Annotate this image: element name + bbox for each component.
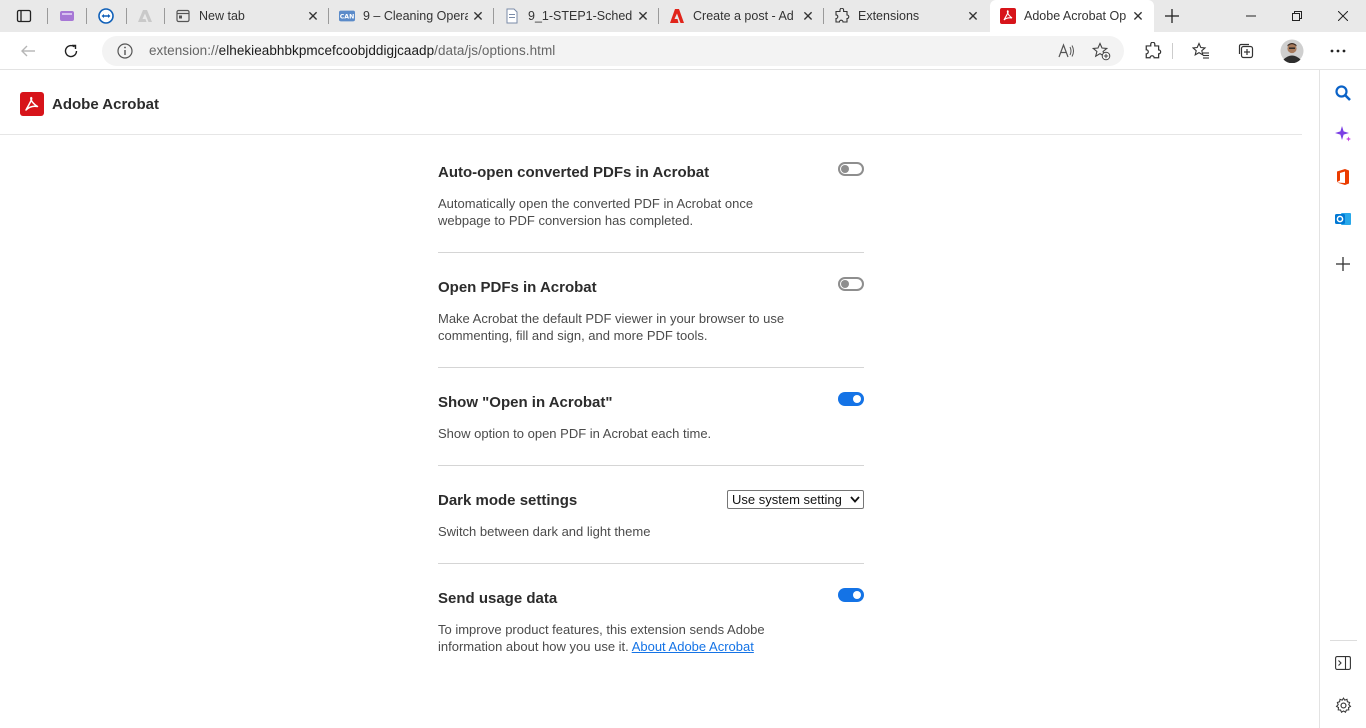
tab-title: Adobe Acrobat Op <box>1024 9 1127 23</box>
close-tab-icon[interactable]: ✕ <box>1128 6 1148 26</box>
back-button[interactable] <box>13 36 43 66</box>
back-arrow-icon <box>21 45 35 57</box>
brand-header: Adobe Acrobat <box>20 92 159 116</box>
setting-show-open-in-acrobat: Show "Open in Acrobat" Show option to op… <box>438 392 864 466</box>
site-info-icon[interactable] <box>116 42 134 60</box>
copilot-sparkle-icon[interactable] <box>1332 123 1354 145</box>
setting-title: Open PDFs in Acrobat <box>438 279 597 296</box>
office-icon[interactable] <box>1332 166 1354 188</box>
setting-divider <box>438 252 864 253</box>
close-tab-icon[interactable]: ✕ <box>633 6 653 26</box>
profile-avatar[interactable] <box>1277 36 1307 66</box>
about-adobe-acrobat-link[interactable]: About Adobe Acrobat <box>632 639 754 654</box>
tab-actions-icon[interactable] <box>6 0 42 32</box>
acrobat-logo-icon <box>20 92 44 116</box>
minimize-button[interactable] <box>1228 0 1274 32</box>
setting-dark-mode: Dark mode settings Use system setting Sw… <box>438 490 864 564</box>
puzzle-icon <box>834 8 850 24</box>
setting-description: Make Acrobat the default PDF viewer in y… <box>438 311 785 343</box>
more-icon <box>1330 49 1346 53</box>
setting-divider <box>438 465 864 466</box>
setting-description: Show option to open PDF in Acrobat each … <box>438 426 712 441</box>
add-favorite-icon[interactable] <box>1091 42 1111 66</box>
pinned-tab-teamviewer-icon[interactable] <box>88 0 124 32</box>
setting-title: Send usage data <box>438 590 558 607</box>
setting-auto-open-converted: Auto-open converted PDFs in Acrobat Auto… <box>438 162 864 254</box>
close-tab-icon[interactable]: ✕ <box>303 6 323 26</box>
new-tab-button[interactable] <box>1150 0 1194 32</box>
header-divider <box>0 134 1302 135</box>
close-tab-icon[interactable]: ✕ <box>798 6 818 26</box>
tab-new-tab[interactable]: New tab ✕ <box>165 0 329 32</box>
pinned-tab-purple-icon[interactable] <box>49 0 85 32</box>
puzzle-icon <box>1145 42 1162 59</box>
browser-toolbar: extension://elhekieabhbkpmcefcoobjddigjc… <box>0 32 1366 70</box>
extensions-button[interactable] <box>1138 36 1168 66</box>
add-sidebar-app-icon[interactable] <box>1332 253 1354 275</box>
refresh-icon <box>64 44 78 58</box>
setting-description: To improve product features, this extens… <box>438 622 765 654</box>
setting-divider <box>438 563 864 564</box>
adobe-icon <box>669 8 685 24</box>
refresh-button[interactable] <box>56 36 86 66</box>
tab-schedule-document[interactable]: 9_1-STEP1-Schedu ✕ <box>494 0 659 32</box>
document-icon <box>504 8 520 24</box>
hide-sidebar-icon[interactable] <box>1332 652 1354 674</box>
tab-cleaning-operations[interactable]: CAN 9 – Cleaning Opera ✕ <box>329 0 494 32</box>
tab-extensions[interactable]: Extensions ✕ <box>824 0 989 32</box>
settings-more-button[interactable] <box>1323 36 1353 66</box>
avatar-icon <box>1280 39 1304 63</box>
open-pdfs-in-acrobat-toggle[interactable] <box>838 277 864 291</box>
setting-title: Auto-open converted PDFs in Acrobat <box>438 164 710 181</box>
edge-sidebar <box>1319 70 1366 728</box>
plus-icon <box>1165 9 1179 23</box>
dark-mode-select[interactable]: Use system setting <box>727 490 864 509</box>
setting-divider <box>438 367 864 368</box>
chevron-down-icon <box>850 496 860 503</box>
auto-open-converted-toggle[interactable] <box>838 162 864 176</box>
close-window-button[interactable] <box>1320 0 1366 32</box>
close-tab-icon[interactable]: ✕ <box>468 6 488 26</box>
setting-title: Show "Open in Acrobat" <box>438 394 613 411</box>
tab-title: Create a post - Ad <box>693 9 794 23</box>
tab-title: New tab <box>199 9 245 23</box>
tab-title: 9_1-STEP1-Schedu <box>528 9 633 23</box>
dark-mode-selected-value: Use system setting <box>732 492 842 507</box>
favorites-button[interactable] <box>1186 36 1216 66</box>
canvas-icon: CAN <box>339 8 355 24</box>
acrobat-icon <box>1000 8 1016 24</box>
show-open-in-acrobat-toggle[interactable] <box>838 392 864 406</box>
favorites-icon <box>1192 42 1209 59</box>
minimize-icon <box>1246 15 1256 17</box>
close-tab-icon[interactable]: ✕ <box>963 6 983 26</box>
tab-strip: New tab ✕ CAN 9 – Cleaning Opera ✕ 9_1-S… <box>0 0 1366 32</box>
tab-create-post[interactable]: Create a post - Ad ✕ <box>659 0 824 32</box>
pinned-tab-adobe-icon[interactable] <box>127 0 163 32</box>
sidebar-settings-gear-icon[interactable] <box>1332 694 1354 716</box>
tab-adobe-acrobat-options[interactable]: Adobe Acrobat Op ✕ <box>990 0 1154 32</box>
restore-button[interactable] <box>1274 0 1320 32</box>
url-text: extension://elhekieabhbkpmcefcoobjddigjc… <box>149 43 556 58</box>
setting-send-usage-data: Send usage data To improve product featu… <box>438 588 864 660</box>
new-tab-icon <box>175 8 191 24</box>
address-bar[interactable]: extension://elhekieabhbkpmcefcoobjddigjc… <box>102 36 1124 66</box>
setting-description: Switch between dark and light theme <box>438 524 651 539</box>
tab-title: Extensions <box>858 9 920 23</box>
url-host: elhekieabhbkpmcefcoobjddigjcaadp <box>218 43 435 58</box>
setting-description: Automatically open the converted PDF in … <box>438 196 754 228</box>
options-page: Adobe Acrobat Auto-open converted PDFs i… <box>0 70 1319 728</box>
close-icon <box>1338 11 1348 21</box>
setting-title: Dark mode settings <box>438 492 578 509</box>
search-icon[interactable] <box>1332 82 1354 104</box>
tab-title: 9 – Cleaning Opera <box>363 9 468 23</box>
setting-open-pdfs-in-acrobat: Open PDFs in Acrobat Make Acrobat the de… <box>438 277 864 369</box>
restore-icon <box>1292 11 1302 21</box>
collections-button[interactable] <box>1231 36 1261 66</box>
collections-icon <box>1238 43 1254 59</box>
brand-name: Adobe Acrobat <box>52 95 159 113</box>
read-aloud-icon[interactable] <box>1057 42 1075 65</box>
send-usage-data-toggle[interactable] <box>838 588 864 602</box>
outlook-icon[interactable] <box>1332 208 1354 230</box>
svg-text:CAN: CAN <box>340 14 355 21</box>
